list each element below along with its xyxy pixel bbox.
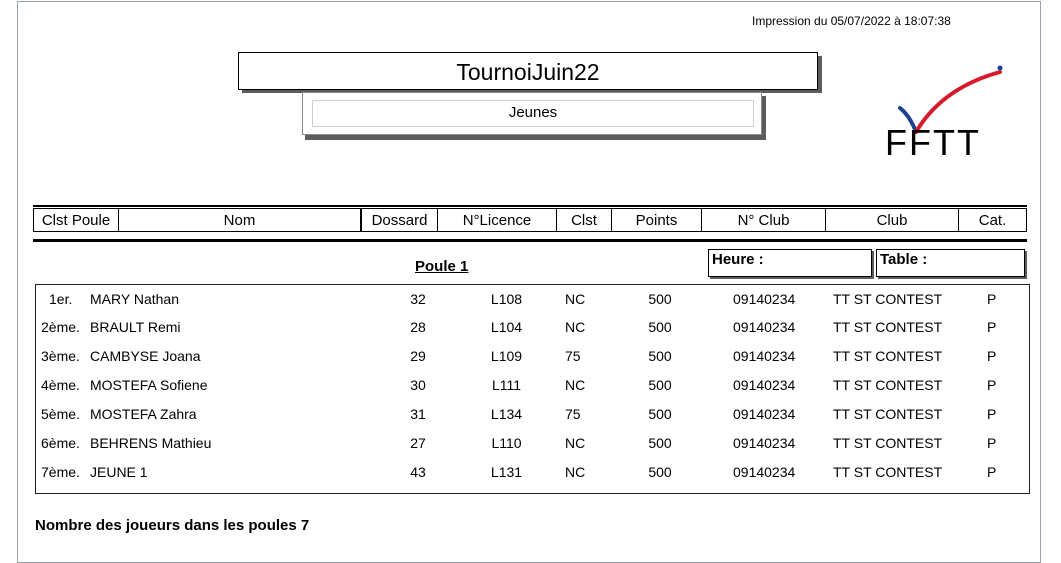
rank: 7ème. [41,464,80,480]
club-number: 09140234 [733,377,796,393]
col-nom: Nom [118,208,361,232]
dossard: 30 [410,377,426,393]
clst: NC [565,291,586,307]
header-rule-bottom [33,239,1027,242]
table-row: 3ème. CAMBYSE Joana 29 L109 75 500 09140… [36,342,1029,370]
points: 500 [648,348,672,364]
points: 500 [648,435,672,451]
heure-box: Heure : [708,249,872,277]
category: P [987,406,997,422]
dossard: 32 [410,291,426,307]
table-row: 2ème. BRAULT Remi 28 L104 NC 500 0914023… [36,313,1029,341]
points: 500 [648,319,672,335]
tournament-title: TournoiJuin22 [238,52,818,90]
category: P [987,291,997,307]
col-dossard: Dossard [361,208,438,232]
player-count-summary: Nombre des joueurs dans les poules 7 [35,517,309,534]
category-box: Jeunes [302,92,762,135]
col-clst: Clst [556,208,612,232]
category: P [987,319,997,335]
category: P [987,464,997,480]
player-name: BRAULT Remi [90,319,181,335]
table-row: 7ème. JEUNE 1 43 L131 NC 500 09140234 TT… [36,458,1029,486]
rank: 1er. [49,291,73,307]
table-row: 5ème. MOSTEFA Zahra 31 L134 75 500 09140… [36,400,1029,428]
player-name: MOSTEFA Sofiene [90,377,208,393]
rank: 4ème. [41,377,80,393]
clst: 75 [565,348,581,364]
col-licence: N°Licence [437,208,557,232]
category-label: Jeunes [312,100,754,127]
points: 500 [648,291,672,307]
player-table: 1er. MARY Nathan 32 L108 NC 500 09140234… [35,284,1030,494]
player-count-value: 7 [300,517,310,534]
player-name: JEUNE 1 [90,464,148,480]
category: P [987,435,997,451]
poule-title: Poule 1 [415,258,469,275]
dossard: 43 [410,464,426,480]
club-name: TT ST CONTEST [833,291,943,307]
category: P [987,377,997,393]
col-club-num: N° Club [701,208,826,232]
licence: L104 [490,319,523,335]
club-name: TT ST CONTEST [833,377,943,393]
dossard: 31 [410,406,426,422]
rank: 6ème. [41,435,80,451]
header-rule-top [33,205,1027,207]
table-row: 6ème. BEHRENS Mathieu 27 L110 NC 500 091… [36,429,1029,457]
player-count-label: Nombre des joueurs dans les poules [35,517,297,534]
club-name: TT ST CONTEST [833,406,943,422]
col-club: Club [825,208,959,232]
col-points: Points [611,208,702,232]
player-name: MOSTEFA Zahra [90,406,197,422]
club-number: 09140234 [733,406,796,422]
licence: L134 [490,406,523,422]
player-name: BEHRENS Mathieu [90,435,212,451]
print-timestamp: Impression du 05/07/2022 à 18:07:38 [752,14,951,28]
licence: L111 [491,377,522,393]
table-row: 4ème. MOSTEFA Sofiene 30 L111 NC 500 091… [36,371,1029,399]
table-row: 1er. MARY Nathan 32 L108 NC 500 09140234… [36,285,1029,313]
clst: NC [565,319,586,335]
licence: L131 [490,464,523,480]
dossard: 29 [410,348,426,364]
club-number: 09140234 [733,319,796,335]
club-number: 09140234 [733,464,796,480]
points: 500 [648,377,672,393]
clst: NC [565,464,586,480]
club-number: 09140234 [733,291,796,307]
rank: 2ème. [41,319,80,335]
licence: L109 [490,348,523,364]
fftt-logo-text: FFTT [885,122,981,163]
club-name: TT ST CONTEST [833,464,943,480]
player-name: CAMBYSE Joana [90,348,201,364]
rank: 3ème. [41,348,80,364]
licence: L110 [491,435,522,451]
col-clst-poule: Clst Poule [33,208,119,232]
clst: NC [565,435,586,451]
club-name: TT ST CONTEST [833,319,943,335]
points: 500 [648,406,672,422]
category: P [987,348,997,364]
dossard: 27 [410,435,426,451]
dossard: 28 [410,319,426,335]
player-name: MARY Nathan [90,291,179,307]
licence: L108 [490,291,523,307]
club-name: TT ST CONTEST [833,348,943,364]
club-name: TT ST CONTEST [833,435,943,451]
club-number: 09140234 [733,435,796,451]
club-number: 09140234 [733,348,796,364]
points: 500 [648,464,672,480]
clst: 75 [565,406,581,422]
table-box: Table : [876,249,1025,277]
rank: 5ème. [41,406,80,422]
clst: NC [565,377,586,393]
col-cat: Cat. [958,208,1027,232]
